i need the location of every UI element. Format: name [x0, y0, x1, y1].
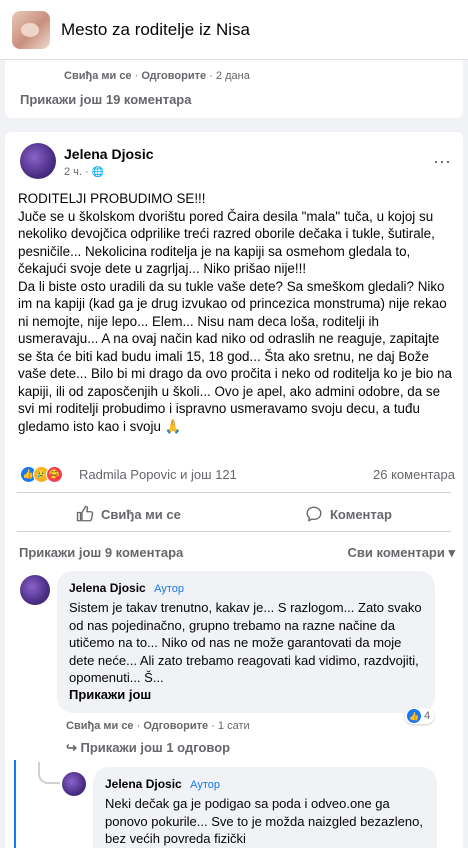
- reaction-icons[interactable]: 👍 😢 🥰: [20, 466, 63, 483]
- group-title[interactable]: Mesto za roditelje iz Nisa: [61, 20, 250, 40]
- like-link[interactable]: Свиђа ми се: [66, 720, 134, 732]
- reply-text: Neki dečak ga je podigao sa poda i odveo…: [105, 796, 423, 846]
- comment-text: Sistem je takav trenutno, kakav je... S …: [69, 600, 422, 685]
- divider: [17, 492, 451, 493]
- comment-filter-dropdown[interactable]: Сви коментари ▾: [348, 545, 455, 561]
- thread-line: [14, 760, 16, 848]
- comment-meta: Свиђа ми се · Одговорите · 2 дана: [64, 70, 250, 82]
- thumbs-up-icon: [76, 505, 94, 522]
- comment-button[interactable]: Коментар: [305, 505, 392, 523]
- show-more-comments-link[interactable]: Прикажи још 19 коментара: [20, 92, 191, 107]
- reply-connector: [38, 762, 60, 784]
- reply-link[interactable]: Одговорите: [141, 70, 206, 82]
- post-body: RODITELJI PROBUDIMO SE!!! Juče se u škol…: [18, 190, 454, 435]
- comment-reaction-badge[interactable]: 👍 4: [405, 708, 435, 724]
- comment-count[interactable]: 26 коментара: [373, 467, 455, 482]
- globe-icon: 🌐: [91, 167, 105, 178]
- like-icon: 👍: [407, 709, 421, 723]
- reactors-summary[interactable]: Radmila Popovic и још 121: [79, 467, 237, 482]
- comment-author[interactable]: Jelena Djosic: [69, 581, 146, 595]
- post-author[interactable]: Jelena Djosic: [64, 146, 154, 162]
- author-avatar[interactable]: [20, 143, 56, 179]
- more-options-icon[interactable]: ⋯: [433, 152, 452, 173]
- divider: [17, 531, 451, 532]
- comment-icon: [306, 506, 322, 522]
- reply-author-avatar[interactable]: [62, 772, 86, 796]
- reply-link[interactable]: Одговорите: [143, 720, 208, 732]
- comment-bubble: Jelena Djosic Аутор Sistem je takav tren…: [57, 571, 435, 713]
- like-button[interactable]: Свиђа ми се: [76, 505, 181, 523]
- post-time: 2 ч. · 🌐: [64, 166, 105, 178]
- show-replies-link[interactable]: ↪ Прикажи још 1 одговор: [66, 740, 230, 756]
- author-badge: Аутор: [190, 779, 221, 791]
- like-link[interactable]: Свиђа ми се: [64, 70, 132, 82]
- comment-time: 2 дана: [215, 70, 250, 82]
- reply-bubble: Jelena Djosic Аутор Neki dečak ga je pod…: [93, 767, 437, 848]
- comment-time: 1 сати: [217, 720, 250, 732]
- post-paragraph: RODITELJI PROBUDIMO SE!!!: [18, 191, 206, 206]
- group-avatar[interactable]: [12, 10, 50, 49]
- comment-meta: Свиђа ми се · Одговорите · 1 сати: [66, 720, 250, 732]
- group-header: Mesto za roditelje iz Nisa: [0, 0, 468, 60]
- show-more-comments-link[interactable]: Прикажи још 9 коментара: [19, 545, 183, 560]
- post-paragraph: Da li biste osto uradili da su tukle vaš…: [18, 278, 452, 434]
- reply-author[interactable]: Jelena Djosic: [105, 777, 182, 791]
- post-paragraph: Juče se u školskom dvorištu pored Čaira …: [18, 208, 435, 277]
- care-reaction-icon: 🥰: [46, 466, 63, 483]
- see-more-link[interactable]: Прикажи још: [69, 687, 423, 702]
- author-badge: Аутор: [154, 583, 185, 595]
- comment-author-avatar[interactable]: [20, 575, 50, 605]
